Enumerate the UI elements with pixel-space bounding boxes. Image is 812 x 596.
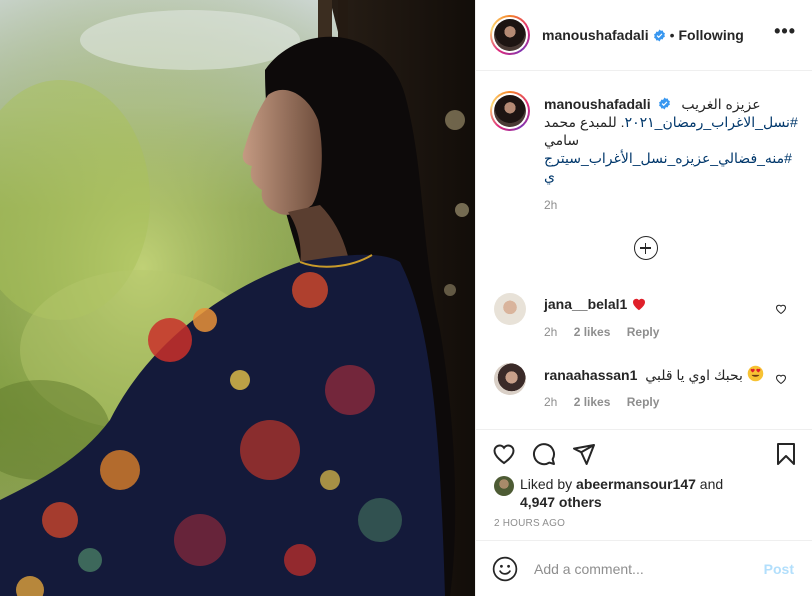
caption-hashtag-1[interactable]: #نسل_الاغراب_رمضان_٢٠٢١: [625, 114, 798, 130]
liker-avatar[interactable]: [494, 476, 514, 496]
others-count-link[interactable]: 4,947 others: [520, 494, 602, 510]
author-username[interactable]: manoushafadali: [542, 27, 649, 43]
comment-text: بحبك اوي يا قلبي: [645, 367, 743, 383]
like-comment-heart-icon[interactable]: [775, 373, 787, 385]
like-heart-icon[interactable]: [492, 442, 516, 466]
comment-bubble-icon[interactable]: [532, 442, 556, 466]
add-comment-bar: Post: [476, 540, 812, 596]
header-separator: •: [669, 27, 675, 43]
emoji-picker-icon[interactable]: [492, 556, 518, 582]
add-comment-input[interactable]: [534, 560, 744, 577]
caption-time[interactable]: 2h: [544, 196, 800, 214]
liked-by-conj: and: [699, 476, 724, 492]
load-more-comments-icon[interactable]: [634, 236, 658, 260]
share-paper-plane-icon[interactable]: [572, 442, 596, 466]
post-comment-button[interactable]: Post: [764, 561, 794, 577]
following-button[interactable]: Following: [679, 27, 744, 43]
caption-line-2: . للمبدع محمد: [544, 114, 625, 130]
caption-hashtag-2-continued[interactable]: ي: [544, 168, 555, 184]
comment-time[interactable]: 2h: [544, 395, 557, 409]
commenter-avatar[interactable]: [494, 293, 526, 325]
caption-verified-badge-icon: [659, 97, 671, 110]
post-timestamp[interactable]: 2 HOURS AGO: [494, 518, 565, 529]
likes-summary: Liked by abeermansour147 and 4,947 other…: [494, 475, 740, 511]
liker-username[interactable]: abeermansour147: [576, 476, 696, 492]
more-options-icon[interactable]: •••: [774, 22, 796, 40]
commenter-username[interactable]: ranaahassan1: [544, 367, 637, 383]
red-heart-emoji-icon: [633, 298, 646, 311]
author-avatar[interactable]: [490, 15, 530, 55]
woman-at-window-photo: [0, 0, 475, 596]
verified-badge-icon: [653, 29, 665, 41]
post-actions: Liked by abeermansour147 and 4,947 other…: [476, 429, 812, 529]
author-avatar-image: [494, 19, 526, 51]
comment-likes[interactable]: 2 likes: [574, 395, 611, 409]
commenter-username[interactable]: jana__belal1: [544, 296, 627, 312]
instagram-post: manoushafadali • Following ••• manoushaf…: [0, 0, 812, 596]
liked-by-prefix: Liked by: [520, 476, 573, 492]
comment-reply-button[interactable]: Reply: [627, 325, 660, 339]
caption-username[interactable]: manoushafadali: [544, 96, 651, 112]
heart-eyes-emoji-icon: [747, 365, 764, 382]
post-photo[interactable]: [0, 0, 475, 596]
comment-reply-button[interactable]: Reply: [627, 395, 660, 409]
post-side-panel: manoushafadali • Following ••• manoushaf…: [475, 0, 812, 596]
caption-line-3: سامي: [544, 132, 580, 148]
save-bookmark-icon[interactable]: [774, 442, 798, 466]
comment-likes[interactable]: 2 likes: [574, 325, 611, 339]
post-header: manoushafadali • Following •••: [476, 0, 812, 71]
comment-time[interactable]: 2h: [544, 325, 557, 339]
commenter-avatar[interactable]: [494, 363, 526, 395]
caption-hashtag-2[interactable]: #منه_فضالي_عزيزه_نسل_الأغراب_سيترج: [544, 150, 792, 166]
like-comment-heart-icon[interactable]: [775, 303, 787, 315]
comments-section: manoushafadali عزيزه الغريب #نسل_الاغراب…: [476, 71, 812, 429]
caption-line-1: عزيزه الغريب: [681, 96, 761, 112]
caption-author-avatar[interactable]: [490, 91, 530, 131]
